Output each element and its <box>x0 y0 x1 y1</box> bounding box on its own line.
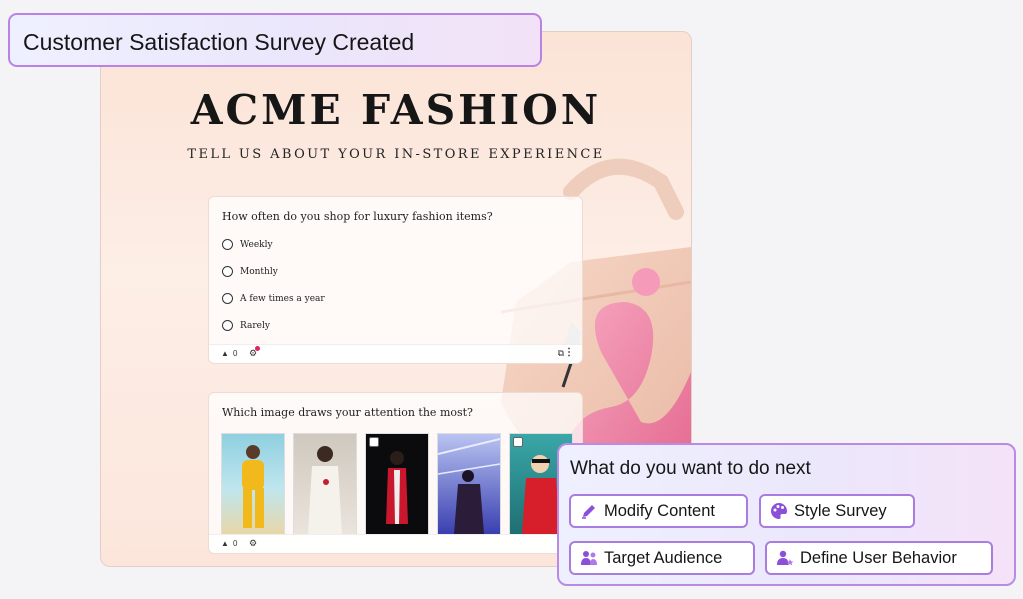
radio-button[interactable] <box>222 266 233 277</box>
reaction-count: 0 <box>233 539 238 548</box>
notification-dot <box>255 346 260 351</box>
model-purple-photo <box>438 438 500 534</box>
image-option-white-suit[interactable] <box>293 433 357 535</box>
image-option-black-background[interactable] <box>365 433 429 535</box>
model-dark-photo <box>386 451 408 524</box>
gear-icon[interactable]: ⚙ <box>249 538 257 549</box>
option-label: Weekly <box>240 239 273 250</box>
option-weekly[interactable]: Weekly <box>222 239 273 250</box>
radio-button[interactable] <box>222 293 233 304</box>
button-label: Target Audience <box>604 548 723 567</box>
user-star-icon <box>777 550 794 566</box>
model-yellow-photo <box>242 445 264 528</box>
question-2-text: Which image draws your attention the mos… <box>222 406 473 419</box>
image-option-yellow-outfit[interactable] <box>221 433 285 535</box>
question-1-text: How often do you shop for luxury fashion… <box>222 210 493 223</box>
next-actions-title: What do you want to do next <box>570 458 811 479</box>
question-footer: ▲ 0 ⚙ ⧉ ⋮ <box>209 344 582 363</box>
bell-icon[interactable]: ▲ <box>221 349 229 358</box>
option-few-times-a-year[interactable]: A few times a year <box>222 293 325 304</box>
bell-icon[interactable]: ▲ <box>221 539 229 548</box>
next-actions-panel: What do you want to do next Modify Conte… <box>557 443 1016 586</box>
option-label: Rarely <box>240 320 270 331</box>
option-label: A few times a year <box>240 293 325 304</box>
checkbox[interactable] <box>513 437 523 447</box>
question-card-2: Which image draws your attention the mos… <box>208 392 583 554</box>
modify-content-button[interactable]: Modify Content <box>569 494 748 528</box>
option-rarely[interactable]: Rarely <box>222 320 270 331</box>
target-audience-button[interactable]: Target Audience <box>569 541 755 575</box>
model-white-photo <box>308 446 342 534</box>
brand-title: ACME FASHION <box>190 86 602 134</box>
style-survey-button[interactable]: Style Survey <box>759 494 915 528</box>
palette-icon <box>771 503 787 519</box>
button-label: Define User Behavior <box>800 548 957 567</box>
question-card-1: How often do you shop for luxury fashion… <box>208 196 583 364</box>
option-monthly[interactable]: Monthly <box>222 266 278 277</box>
button-label: Modify Content <box>604 501 715 520</box>
question-footer: ▲ 0 ⚙ ⧉ <box>209 534 582 553</box>
image-option-purple-light[interactable] <box>437 433 501 535</box>
option-label: Monthly <box>240 266 278 277</box>
people-icon <box>581 551 597 565</box>
survey-created-banner: Customer Satisfaction Survey Created <box>8 13 542 67</box>
radio-button[interactable] <box>222 320 233 331</box>
reaction-count: 0 <box>233 349 238 358</box>
checkbox[interactable] <box>369 437 379 447</box>
banner-title: Customer Satisfaction Survey Created <box>23 29 415 55</box>
define-user-behavior-button[interactable]: Define User Behavior <box>765 541 993 575</box>
radio-button[interactable] <box>222 239 233 250</box>
more-options-icon[interactable]: ⋮ <box>564 347 574 358</box>
pencil-icon <box>582 505 595 519</box>
button-label: Style Survey <box>794 501 887 520</box>
